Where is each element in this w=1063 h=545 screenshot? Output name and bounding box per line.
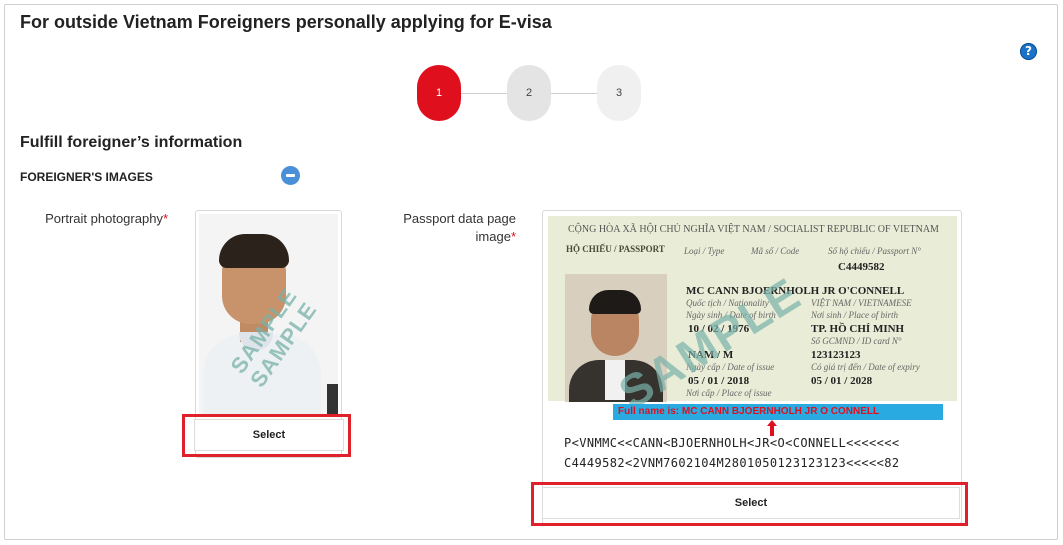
passport-type-label: Loại / Type <box>684 246 725 256</box>
stepper-connector <box>461 93 507 94</box>
passport-no-value: C4449582 <box>838 261 885 273</box>
highlight-box-portrait-select <box>182 414 351 457</box>
portrait-label: Portrait photography* <box>20 210 168 228</box>
mrz-line-1: P<VNMMC<<CANN<BJOERNHOLH<JR<O<CONNELL<<<… <box>564 436 900 450</box>
portrait-background-object <box>327 384 338 414</box>
passport-no-label: Số hộ chiếu / Passport N° <box>828 246 921 256</box>
passport-doc-type: HỘ CHIẾU / PASSPORT <box>566 244 665 254</box>
passport-label: Passport data page image* <box>380 210 516 246</box>
passport-id-value: 123123123 <box>811 349 861 361</box>
passport-nationality-value: VIỆT NAM / VIETNAMESE <box>811 298 912 308</box>
fullname-note: Full name is: MC CANN BJOERNHOLH JR O CO… <box>613 404 943 420</box>
minus-circle-icon[interactable] <box>281 166 300 185</box>
section-title: Fulfill foreigner’s information <box>20 134 243 151</box>
step-2[interactable]: 2 <box>507 65 551 121</box>
stepper-connector <box>551 93 597 94</box>
passport-pob-label: Nơi sinh / Place of birth <box>811 310 899 320</box>
passport-id-label: Số GCMND / ID card N° <box>811 336 902 346</box>
help-icon[interactable]: ? <box>1020 43 1037 60</box>
passport-photo-hair <box>589 290 641 314</box>
passport-expiry-value: 05 / 01 / 2028 <box>811 375 873 387</box>
required-mark: * <box>510 229 516 244</box>
step-3[interactable]: 3 <box>597 65 641 121</box>
portrait-label-text: Portrait photography <box>45 211 163 226</box>
subsection-title: FOREIGNER'S IMAGES <box>20 170 153 184</box>
portrait-sample-image: SAMPLE SAMPLE <box>199 214 338 414</box>
passport-upload-card: CỘNG HÒA XÃ HỘI CHỦ NGHĨA VIỆT NAM / SOC… <box>542 210 962 524</box>
passport-sample-image: CỘNG HÒA XÃ HỘI CHỦ NGHĨA VIỆT NAM / SOC… <box>548 216 957 478</box>
page-title: For outside Vietnam Foreigners personall… <box>20 12 552 32</box>
passport-place-issue-label: Nơi cấp / Place of issue <box>686 388 772 398</box>
arrow-up-icon <box>767 420 777 436</box>
required-mark: * <box>162 211 168 226</box>
passport-header: CỘNG HÒA XÃ HỘI CHỦ NGHĨA VIỆT NAM / SOC… <box>568 224 939 235</box>
portrait-hair <box>219 234 289 268</box>
progress-stepper: 1 2 3 <box>416 65 642 121</box>
highlight-box-passport-select <box>531 482 968 526</box>
step-1[interactable]: 1 <box>417 65 461 121</box>
passport-label-text: Passport data page image <box>403 211 516 244</box>
passport-expiry-label: Có giá trị đến / Date of expiry <box>811 362 920 372</box>
passport-code-label: Mã số / Code <box>751 246 800 256</box>
passport-pob-value: TP. HỒ CHÍ MINH <box>811 323 905 335</box>
mrz-line-2: C4449582<2VNM7602104M2801050123123123<<<… <box>564 456 900 470</box>
